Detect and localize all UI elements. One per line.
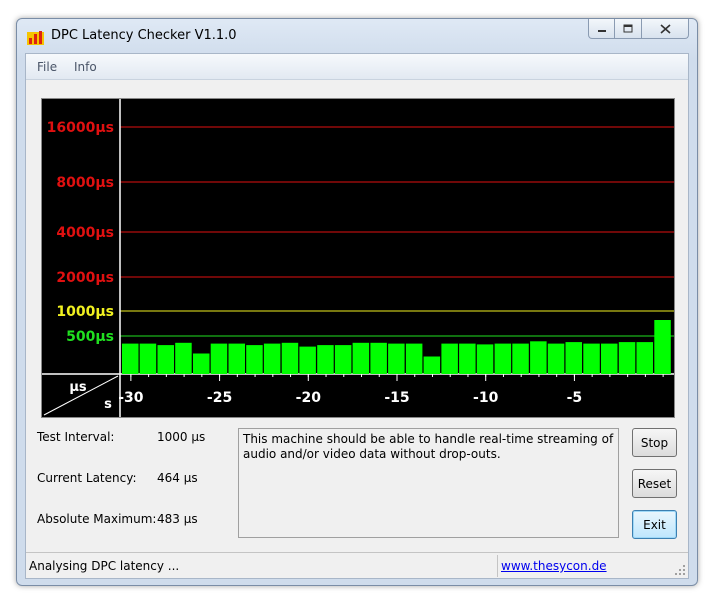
status-bar: Analysing DPC latency ... www.thesycon.d… — [26, 552, 688, 578]
absolute-maximum-value: 483 µs — [157, 512, 198, 526]
x-axis-label: -5 — [567, 390, 583, 406]
window-controls — [588, 19, 689, 39]
latency-graph: 16000µs 8000µs 4000µs 2000µs 1000µs 500µs µs s -… — [41, 98, 675, 418]
latency-bar — [246, 345, 263, 374]
latency-bar — [317, 345, 334, 374]
latency-bar — [476, 344, 494, 374]
latency-bar — [388, 343, 405, 374]
latency-bar — [547, 343, 565, 374]
status-separator — [497, 555, 498, 577]
y-axis-label: 2000µs — [56, 270, 114, 286]
latency-bar — [618, 342, 636, 374]
x-axis-label: -20 — [296, 390, 322, 406]
menu-bar: File Info — [26, 54, 688, 80]
latency-bar — [139, 343, 157, 374]
latency-bar — [601, 343, 618, 374]
latency-bar — [122, 343, 139, 374]
y-axis-label: 1000µs — [56, 304, 114, 320]
stop-button[interactable]: Stop — [632, 428, 677, 457]
latency-bar — [175, 342, 192, 374]
close-icon — [659, 23, 671, 34]
x-axis-label: -25 — [207, 390, 232, 406]
latency-bar — [210, 343, 228, 374]
latency-bar — [494, 343, 512, 374]
reset-button[interactable]: Reset — [632, 469, 677, 498]
latency-bar — [459, 343, 476, 374]
latency-bar — [512, 343, 529, 374]
test-interval-value: 1000 µs — [157, 430, 206, 444]
y-axis-label: 4000µs — [56, 225, 114, 241]
latency-bar — [334, 345, 352, 374]
y-axis-label: 500µs — [66, 329, 114, 345]
x-axis-label: -10 — [473, 390, 499, 406]
title-bar[interactable]: DPC Latency Checker V1.1.0 — [17, 19, 697, 53]
close-button[interactable] — [642, 19, 689, 39]
x-axis-label: -30 — [118, 390, 144, 406]
latency-bar — [281, 342, 299, 374]
latency-bar — [352, 342, 370, 374]
app-icon — [27, 31, 44, 45]
latency-bar — [228, 343, 245, 374]
latency-bar — [423, 356, 441, 374]
latency-bar — [263, 343, 281, 374]
latency-bar — [405, 343, 423, 374]
exit-button[interactable]: Exit — [632, 510, 677, 539]
latency-chart: 16000µs8000µs4000µs2000µs1000µs500µsµss -… — [42, 99, 674, 417]
latency-bar — [654, 320, 671, 374]
window-title: DPC Latency Checker V1.1.0 — [51, 28, 237, 43]
latency-bar — [193, 353, 210, 374]
y-unit-label: µs — [69, 380, 87, 395]
maximize-button[interactable] — [615, 19, 642, 39]
minimize-button[interactable] — [588, 19, 615, 39]
y-axis-label: 16000µs — [47, 120, 114, 136]
latency-bar — [370, 342, 387, 374]
website-link[interactable]: www.thesycon.de — [501, 559, 607, 573]
latency-bar — [565, 342, 582, 374]
latency-bar — [299, 346, 316, 374]
status-text: Analysing DPC latency ... — [29, 559, 180, 573]
restore-icon — [623, 24, 633, 33]
minimize-icon — [597, 29, 606, 32]
y-axis-label: 8000µs — [56, 175, 114, 191]
menu-info[interactable]: Info — [74, 60, 97, 74]
current-latency-label: Current Latency: — [37, 471, 137, 485]
latency-bar — [157, 345, 174, 374]
latency-bar — [583, 343, 600, 374]
resize-grip-icon[interactable] — [674, 564, 686, 576]
menu-file[interactable]: File — [37, 60, 57, 74]
status-message: This machine should be able to handle re… — [238, 428, 619, 538]
absolute-maximum-label: Absolute Maximum: — [37, 512, 157, 526]
latency-bar — [441, 343, 458, 374]
x-axis-label: -15 — [384, 390, 409, 406]
x-unit-label: s — [104, 397, 112, 412]
client-area: File Info 16000µs 8000µs 4000µs 2000µs 1000µ… — [25, 53, 689, 579]
current-latency-value: 464 µs — [157, 471, 198, 485]
latency-bar — [636, 342, 653, 374]
test-interval-label: Test Interval: — [37, 430, 115, 444]
latency-bar — [530, 341, 547, 374]
app-window: DPC Latency Checker V1.1.0 File Info 160… — [16, 18, 698, 586]
